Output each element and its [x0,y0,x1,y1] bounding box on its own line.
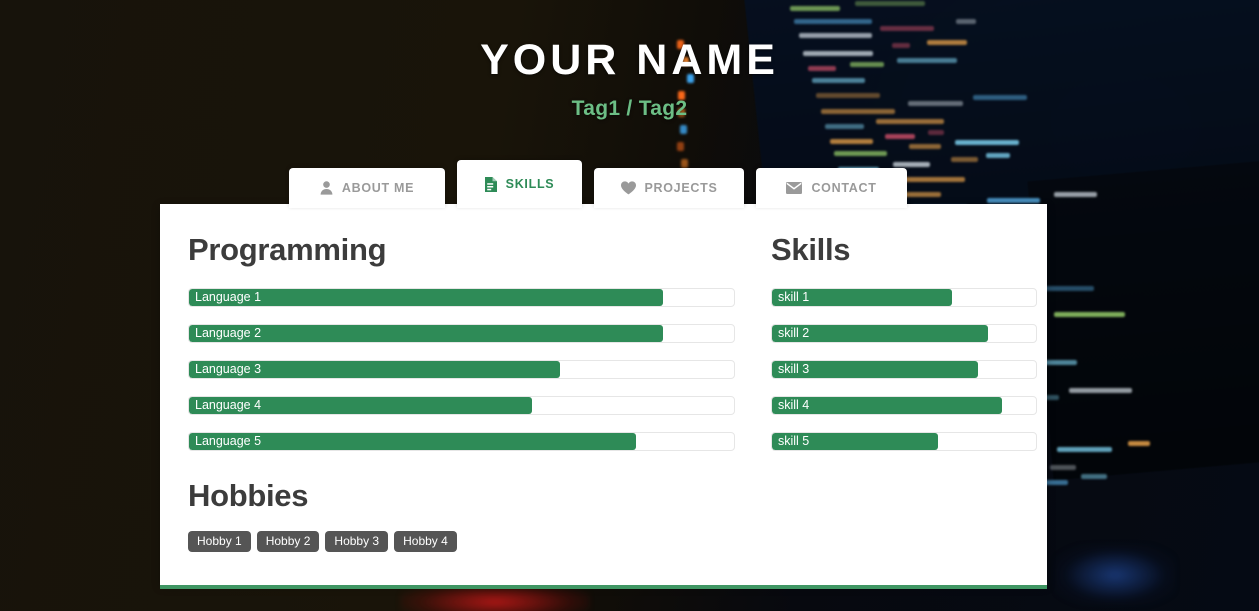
skill-bar-row: skill 5 [771,432,1037,451]
skill-bar-row: skill 3 [771,360,1037,379]
tab-label: ABOUT ME [341,181,415,195]
skill-bar-row: Language 1 [188,288,735,307]
skill-bar-fill: Language 2 [189,325,664,342]
skill-bar-track: Language 1 [188,288,735,307]
hobby-badge[interactable]: Hobby 4 [394,531,457,552]
skills-column: Skills skill 1 skill 2 skill 3 skill 4 skill… [771,232,1037,468]
skill-bar-fill: skill 3 [772,361,978,378]
programming-heading: Programming [188,232,387,267]
skill-bar-track: Language 3 [188,360,735,379]
skill-bar-fill: skill 2 [772,325,989,342]
skill-bar-label: skill 5 [778,434,810,449]
hobbies-heading: Hobbies [188,478,309,513]
skill-bar-row: Language 5 [188,432,735,451]
hobby-badge[interactable]: Hobby 3 [325,531,389,552]
skill-bar-track: skill 5 [771,432,1037,451]
skill-bar-label: Language 4 [195,398,262,413]
skill-bar-fill: Language 3 [189,361,560,378]
skill-bar-row: skill 1 [771,288,1037,307]
tab-label: CONTACT [811,181,877,195]
skill-bar-label: skill 3 [778,362,810,377]
tab-contact[interactable]: CONTACT [756,168,907,208]
skill-bar-label: Language 3 [195,362,262,377]
skill-bar-label: skill 4 [778,398,810,413]
skill-bar-track: skill 4 [771,396,1037,415]
skill-bar-label: skill 2 [778,326,810,341]
tab-about-me[interactable]: ABOUT ME [289,168,445,208]
background-blue-glow [1055,545,1175,605]
skills-bar-list: skill 1 skill 2 skill 3 skill 4 skill 5 [771,288,1037,451]
file-lines-icon [484,176,497,192]
skill-bar-row: skill 4 [771,396,1037,415]
skill-bar-fill: skill 5 [772,433,939,450]
hobby-badge[interactable]: Hobby 1 [188,531,251,552]
tab-skills[interactable]: SKILLS [457,160,582,208]
tab-label: SKILLS [505,177,555,191]
skill-bar-fill: skill 4 [772,397,1002,414]
tab-bar: ABOUT ME SKILLS PROJECTS CONTACT [289,160,959,208]
heart-icon [620,181,636,195]
skill-bar-label: Language 2 [195,326,262,341]
page-title: YOUR NAME [480,36,779,84]
skill-bar-row: skill 2 [771,324,1037,343]
skill-bar-fill: Language 1 [189,289,664,306]
content-card: Programming Language 1 Language 2 Language… [160,204,1047,585]
skill-bar-row: Language 3 [188,360,735,379]
envelope-icon [786,182,803,194]
page-root: YOUR NAME Tag1 / Tag2 ABOUT ME SKILLS PROJ… [0,0,1259,611]
skill-bar-track: skill 2 [771,324,1037,343]
skill-bar-track: skill 1 [771,288,1037,307]
skills-heading: Skills [771,232,851,267]
user-icon [320,181,333,195]
site-header: YOUR NAME Tag1 / Tag2 [0,0,1259,121]
page-tagline: Tag1 / Tag2 [571,97,688,121]
programming-column: Programming Language 1 Language 2 Language… [188,232,735,468]
hobby-badge[interactable]: Hobby 2 [256,531,320,552]
background-monitor-right [1027,159,1259,481]
programming-bar-list: Language 1 Language 2 Language 3 Language 4… [188,288,735,451]
skill-bar-track: skill 3 [771,360,1037,379]
skill-bar-fill: skill 1 [772,289,952,306]
tab-projects[interactable]: PROJECTS [594,168,744,208]
skill-bar-row: Language 2 [188,324,735,343]
skill-bar-row: Language 4 [188,396,735,415]
skill-bar-fill: Language 5 [189,433,636,450]
skill-bar-label: Language 1 [195,290,262,305]
tab-label: PROJECTS [644,181,718,195]
skill-bar-label: Language 5 [195,434,262,449]
skill-bar-track: Language 2 [188,324,735,343]
skill-bar-label: skill 1 [778,290,810,305]
hobby-badge-list: Hobby 1 Hobby 2 Hobby 3 Hobby 4 [188,531,748,552]
skill-bar-track: Language 4 [188,396,735,415]
skill-bar-fill: Language 4 [189,397,533,414]
card-accent-bar [160,585,1047,589]
hobbies-section: Hobbies Hobby 1 Hobby 2 Hobby 3 Hobby 4 [188,478,748,552]
skill-bar-track: Language 5 [188,432,735,451]
